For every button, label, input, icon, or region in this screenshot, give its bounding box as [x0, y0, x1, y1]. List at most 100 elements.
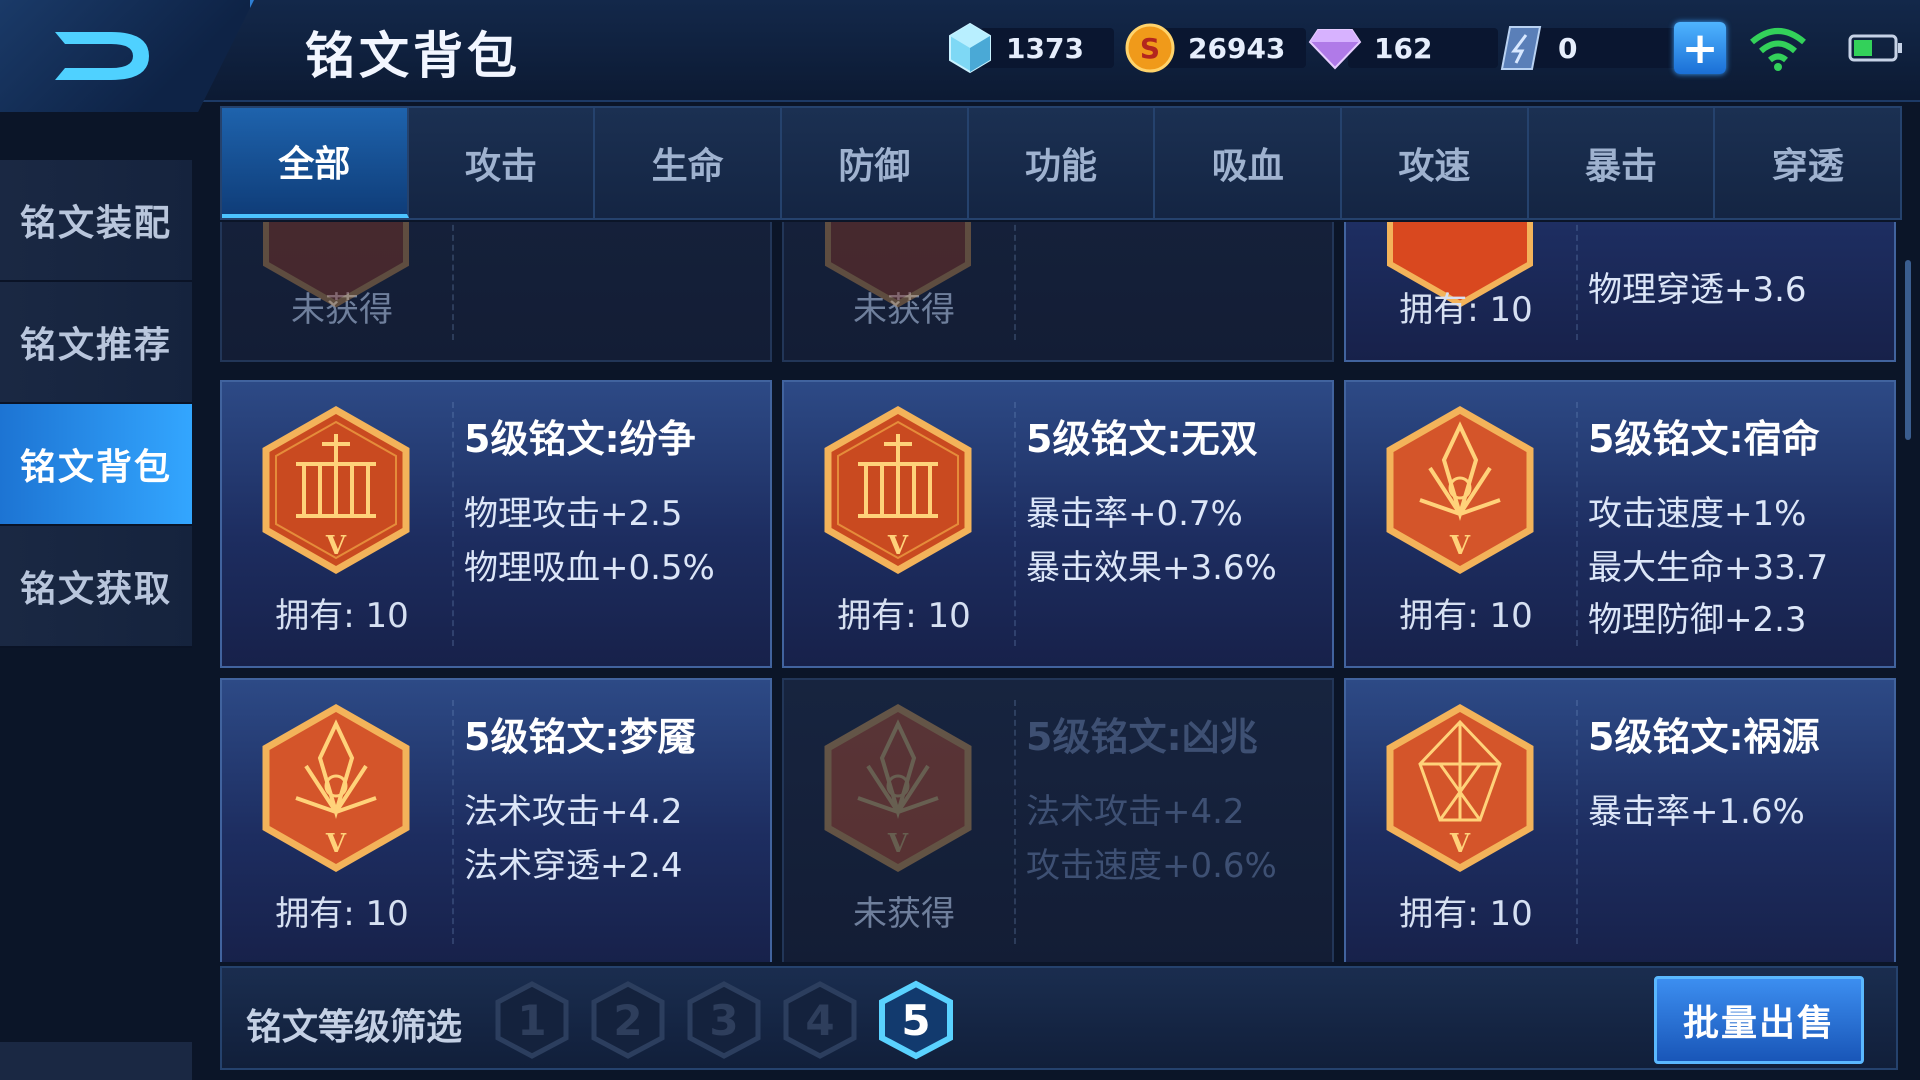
- inscription-card-suming[interactable]: V 5级铭文:宿命 攻击速度+1% 最大生命+33.7 物理防御+2.3 拥有:…: [1344, 380, 1896, 668]
- plus-icon: +: [1681, 22, 1719, 74]
- level-number: 4: [805, 995, 835, 1045]
- tab-attack-speed[interactable]: 攻速: [1342, 108, 1529, 218]
- inscription-emblem-icon: [263, 222, 409, 308]
- owned-count: 拥有: 10: [1399, 290, 1533, 330]
- inscription-stat: 暴击效果+3.6%: [1026, 548, 1277, 588]
- crystal-emblem-icon: V: [262, 703, 410, 873]
- inscription-emblem-icon: [825, 222, 971, 308]
- filter-label: 铭文等级筛选: [246, 1007, 463, 1048]
- level-label: V: [887, 829, 909, 859]
- shard-emblem-icon: V: [1386, 703, 1534, 873]
- level-label: V: [1449, 531, 1471, 561]
- inscription-stat: 物理攻击+2.5: [464, 494, 683, 534]
- owned-count: 拥有: 10: [275, 596, 409, 636]
- gold-coin-icon: S: [1125, 23, 1175, 73]
- inscription-title: 5级铭文:无双: [1026, 417, 1258, 461]
- inscription-stat: 攻击速度+1%: [1588, 494, 1807, 534]
- recharge-plus-button[interactable]: +: [1674, 22, 1726, 74]
- tab-health[interactable]: 生命: [595, 108, 783, 218]
- inscription-title: 5级铭文:纷争: [464, 417, 696, 461]
- inscription-card-partial-3[interactable]: 物理穿透+3.6 拥有: 10: [1344, 222, 1896, 362]
- gold-currency: S 26943: [1124, 23, 1306, 73]
- inscription-stat: 法术攻击+4.2: [464, 792, 683, 832]
- level-label: V: [887, 531, 909, 561]
- inscription-stat: 法术穿透+2.4: [464, 846, 683, 886]
- owned-count: 拥有: 10: [1399, 894, 1533, 934]
- battery-icon: [1848, 34, 1902, 62]
- pillar-emblem-icon: V: [262, 405, 410, 575]
- inscription-title: 5级铭文:梦魇: [464, 715, 696, 759]
- level-number: 3: [709, 995, 739, 1045]
- tab-utility[interactable]: 功能: [968, 108, 1156, 218]
- inscription-stat: 物理吸血+0.5%: [464, 548, 715, 588]
- tab-penetration[interactable]: 穿透: [1715, 108, 1901, 218]
- inscription-card-wushuang[interactable]: V 5级铭文:无双 暴击率+0.7% 暴击效果+3.6% 拥有: 10: [782, 380, 1334, 668]
- level-label: V: [1449, 829, 1471, 859]
- page-title: 铭文背包: [305, 27, 521, 85]
- pillar-emblem-icon: V: [824, 405, 972, 575]
- level-label: V: [325, 531, 347, 561]
- level-filter-3[interactable]: 3: [684, 980, 764, 1064]
- inscription-grid[interactable]: 未获得 未获得 物理穿透+3.6 拥有: 10 V 5级铭文:纷争 物理攻击+2…: [220, 222, 1898, 962]
- diamond-currency: 162: [1308, 26, 1498, 70]
- wifi-icon: [1750, 28, 1806, 71]
- tab-all[interactable]: 全部: [222, 108, 409, 218]
- inscription-title: 5级铭文:祸源: [1588, 715, 1820, 759]
- tab-crit[interactable]: 暴击: [1528, 108, 1716, 218]
- sidebar-item-recommend[interactable]: 铭文推荐: [0, 282, 192, 404]
- sidebar: 铭文装配 铭文推荐 铭文背包 铭文获取: [0, 160, 192, 648]
- inscription-stat: 暴击率+1.6%: [1588, 792, 1805, 832]
- back-button[interactable]: [0, 0, 254, 112]
- level-number: 5: [901, 995, 931, 1045]
- crystal-amount: 1373: [980, 28, 1114, 68]
- sidebar-footer: [0, 1042, 192, 1080]
- sidebar-item-backpack[interactable]: 铭文背包: [0, 404, 192, 526]
- bulk-sell-button[interactable]: 批量出售: [1654, 976, 1864, 1064]
- inscription-card-fenzheng[interactable]: V 5级铭文:纷争 物理攻击+2.5 物理吸血+0.5% 拥有: 10: [220, 380, 772, 668]
- voucher-currency: 0: [1496, 26, 1680, 70]
- inscription-stat: 暴击率+0.7%: [1026, 494, 1243, 534]
- voucher-amount: 0: [1532, 28, 1680, 68]
- level-filter-2[interactable]: 2: [588, 980, 668, 1064]
- level-filter-4[interactable]: 4: [780, 980, 860, 1064]
- top-bar: 铭文背包 1373 S 26943 162 0 +: [0, 0, 1920, 112]
- tab-defense[interactable]: 防御: [782, 108, 969, 218]
- inscription-stat: 最大生命+33.7: [1588, 548, 1829, 588]
- owned-count: 未获得: [853, 894, 955, 934]
- inscription-stat: 法术攻击+4.2: [1026, 792, 1245, 832]
- crystal-icon: [949, 22, 991, 74]
- inscription-stat: 物理防御+2.3: [1588, 600, 1807, 640]
- level-number: 1: [517, 995, 547, 1045]
- level-filter-bar: 铭文等级筛选 1 2 3 4 5 批量出售: [220, 966, 1898, 1070]
- crystal-emblem-icon: V: [1386, 405, 1534, 575]
- tab-attack[interactable]: 攻击: [408, 108, 596, 218]
- level-filter-1[interactable]: 1: [492, 980, 572, 1064]
- level-filter-5[interactable]: 5: [876, 980, 956, 1064]
- sidebar-item-obtain[interactable]: 铭文获取: [0, 526, 192, 648]
- inscription-title: 5级铭文:宿命: [1588, 417, 1820, 461]
- level-label: V: [325, 829, 347, 859]
- back-arrow-icon: [55, 32, 149, 80]
- inscription-stat: 物理穿透+3.6: [1588, 270, 1807, 310]
- svg-text:S: S: [1140, 32, 1160, 65]
- diamond-amount: 162: [1348, 28, 1498, 68]
- inscription-card-huoyuan[interactable]: V 5级铭文:祸源 暴击率+1.6% 拥有: 10: [1344, 678, 1896, 962]
- crystal-currency: 1373: [946, 22, 1114, 74]
- level-number: 2: [613, 995, 643, 1045]
- owned-count: 拥有: 10: [275, 894, 409, 934]
- inscription-card-partial-1[interactable]: 未获得: [220, 222, 772, 362]
- crystal-emblem-icon: V: [824, 703, 972, 873]
- inscription-card-xiongzhao[interactable]: V 5级铭文:凶兆 法术攻击+4.2 攻击速度+0.6% 未获得: [782, 678, 1334, 962]
- voucher-icon: [1500, 26, 1542, 70]
- owned-count: 拥有: 10: [1399, 596, 1533, 636]
- inscription-title: 5级铭文:凶兆: [1026, 715, 1258, 759]
- owned-count: 拥有: 10: [837, 596, 971, 636]
- tab-lifesteal[interactable]: 吸血: [1155, 108, 1343, 218]
- gold-amount: 26943: [1162, 28, 1306, 68]
- inscription-stat: 攻击速度+0.6%: [1026, 846, 1277, 886]
- category-tabs: 全部 攻击 生命 防御 功能 吸血 攻速 暴击 穿透: [220, 106, 1902, 220]
- sidebar-item-equip[interactable]: 铭文装配: [0, 160, 192, 282]
- inscription-card-mengyan[interactable]: V 5级铭文:梦魇 法术攻击+4.2 法术穿透+2.4 拥有: 10: [220, 678, 772, 962]
- grid-scrollbar[interactable]: [1905, 260, 1911, 440]
- inscription-card-partial-2[interactable]: 未获得: [782, 222, 1334, 362]
